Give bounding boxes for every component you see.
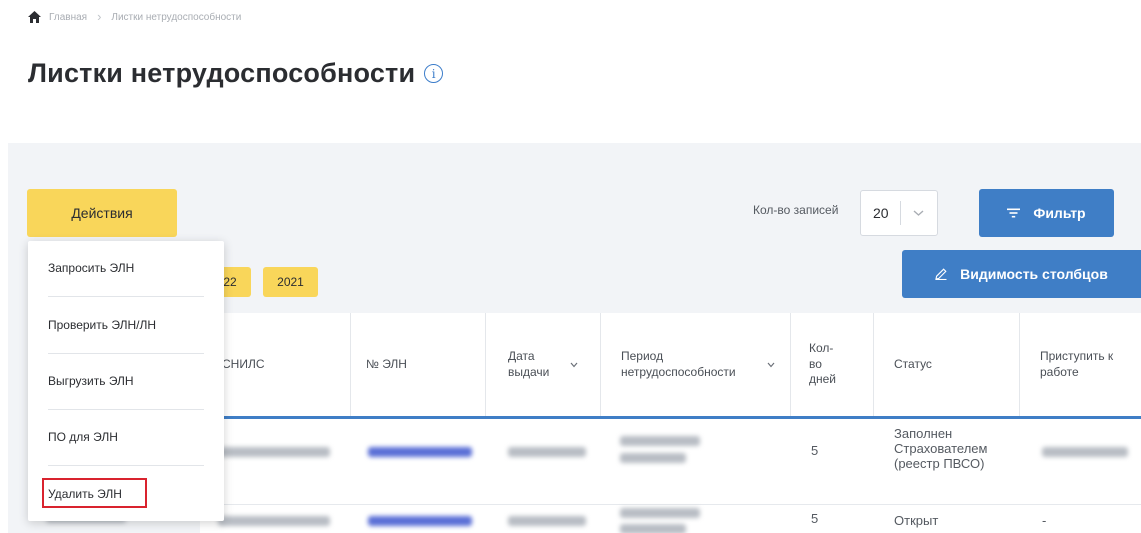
header-period[interactable]: Период нетрудоспособности bbox=[621, 313, 775, 416]
chevron-down-icon bbox=[570, 362, 578, 367]
pencil-icon bbox=[935, 268, 947, 280]
records-count-value: 20 bbox=[873, 205, 889, 221]
column-divider bbox=[485, 313, 486, 416]
filter-button[interactable]: Фильтр bbox=[979, 189, 1114, 237]
header-status[interactable]: Статус bbox=[894, 313, 932, 416]
breadcrumb: Главная › Листки нетрудоспособности bbox=[28, 9, 242, 24]
issue-date-blurred bbox=[508, 447, 586, 457]
issue-date-blurred bbox=[508, 516, 586, 526]
header-eln-number[interactable]: № ЭЛН bbox=[366, 313, 407, 416]
menu-item-software-eln[interactable]: ПО для ЭЛН bbox=[48, 430, 118, 444]
breadcrumb-home[interactable]: Главная bbox=[49, 12, 87, 23]
menu-item-export-eln[interactable]: Выгрузить ЭЛН bbox=[48, 374, 134, 388]
header-return-to-work[interactable]: Приступить к работе bbox=[1040, 313, 1130, 416]
header-issue-date[interactable]: Дата выдачи bbox=[508, 313, 578, 416]
breadcrumb-separator-icon: › bbox=[97, 9, 102, 24]
status-value: Открыт bbox=[894, 513, 939, 528]
actions-dropdown-menu: Запросить ЭЛН Проверить ЭЛН/ЛН Выгрузить… bbox=[28, 241, 224, 521]
chevron-down-icon bbox=[913, 210, 924, 216]
chevron-down-icon bbox=[767, 362, 775, 367]
year-chip[interactable]: 2021 bbox=[263, 267, 318, 297]
menu-separator bbox=[48, 409, 204, 410]
home-icon[interactable] bbox=[28, 11, 41, 23]
header-snils[interactable]: СНИЛС bbox=[222, 313, 265, 416]
period-end-blurred bbox=[620, 453, 686, 463]
columns-visibility-button[interactable]: Видимость столбцов bbox=[902, 250, 1141, 298]
days-value: 5 bbox=[811, 443, 819, 458]
menu-separator bbox=[48, 465, 204, 466]
period-start-blurred bbox=[620, 436, 700, 446]
header-days[interactable]: Кол-во дней bbox=[809, 313, 843, 416]
column-divider bbox=[600, 313, 601, 416]
days-value: 5 bbox=[811, 511, 819, 526]
period-start-blurred bbox=[620, 508, 700, 518]
status-value: Заполнен Страхователем (реестр ПВСО) bbox=[894, 426, 988, 471]
snils-value-blurred bbox=[218, 447, 330, 457]
actions-button[interactable]: Действия bbox=[27, 189, 177, 237]
eln-link-blurred[interactable] bbox=[368, 447, 472, 457]
return-to-work-value: - bbox=[1042, 513, 1047, 528]
column-divider bbox=[873, 313, 874, 416]
row-separator bbox=[200, 504, 1141, 505]
menu-item-request-eln[interactable]: Запросить ЭЛН bbox=[48, 261, 134, 275]
columns-visibility-label: Видимость столбцов bbox=[960, 266, 1108, 282]
page-title: Листки нетрудоспособности i bbox=[28, 58, 444, 89]
header-period-label: Период нетрудоспособности bbox=[621, 348, 736, 379]
filter-button-label: Фильтр bbox=[1033, 205, 1086, 221]
column-divider bbox=[350, 313, 351, 416]
period-end-blurred bbox=[620, 524, 686, 533]
page-title-text: Листки нетрудоспособности bbox=[28, 58, 416, 88]
eln-link-blurred[interactable] bbox=[368, 516, 472, 526]
header-issue-date-label: Дата выдачи bbox=[508, 348, 550, 379]
return-date-blurred bbox=[1042, 447, 1128, 457]
column-divider bbox=[790, 313, 791, 416]
records-count-select[interactable]: 20 bbox=[860, 190, 938, 236]
column-divider bbox=[1019, 313, 1020, 416]
breadcrumb-current: Листки нетрудоспособности bbox=[111, 11, 242, 23]
menu-item-check-eln[interactable]: Проверить ЭЛН/ЛН bbox=[48, 318, 156, 332]
snils-value-blurred bbox=[218, 516, 330, 526]
select-divider bbox=[899, 201, 901, 225]
filter-icon bbox=[1007, 208, 1021, 218]
menu-item-delete-eln[interactable]: Удалить ЭЛН bbox=[48, 487, 122, 501]
eln-table: СНИЛС № ЭЛН Дата выдачи Период нетрудосп… bbox=[200, 313, 1141, 533]
menu-separator bbox=[48, 353, 204, 354]
info-icon[interactable]: i bbox=[424, 64, 444, 83]
records-count-label: Кол-во записей bbox=[753, 203, 839, 217]
header-underline bbox=[200, 416, 1141, 419]
menu-separator bbox=[48, 296, 204, 297]
